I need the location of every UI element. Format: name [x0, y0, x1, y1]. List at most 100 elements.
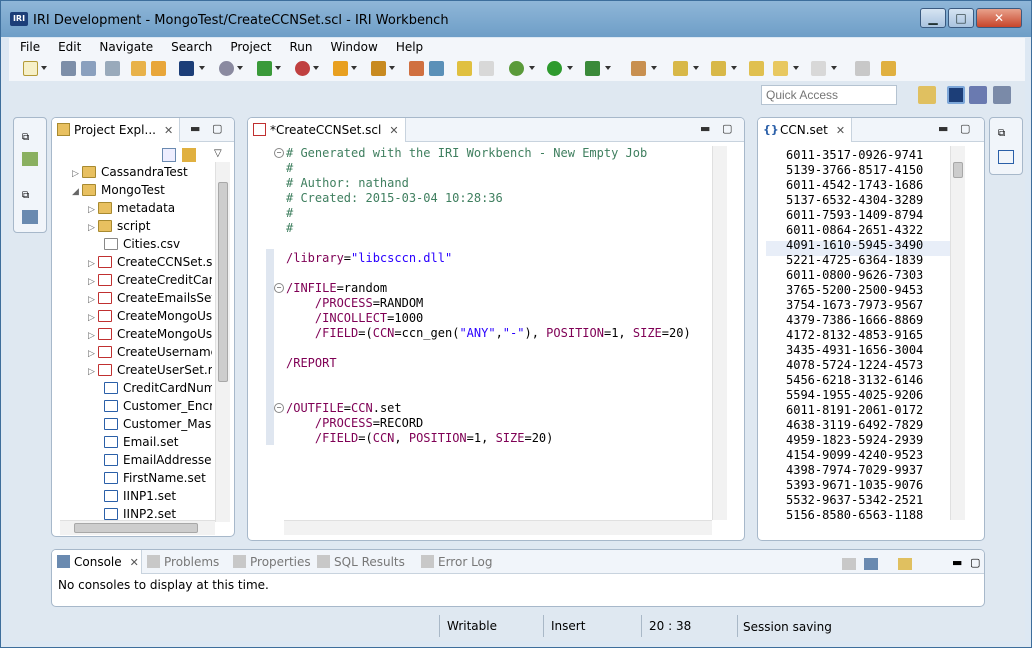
restore-icon-3[interactable]: ⧉ [998, 128, 1005, 139]
tree-item[interactable]: ◢ MongoTest [72, 182, 165, 200]
maximize-view-icon[interactable]: ▢ [212, 122, 222, 135]
menu-edit[interactable]: Edit [47, 38, 88, 54]
navigator-icon[interactable] [22, 152, 38, 166]
run-icon[interactable] [547, 61, 562, 76]
expand-arrow-icon[interactable]: ▷ [88, 256, 98, 273]
run-external-dropdown-icon[interactable] [605, 66, 611, 70]
tree-horizontal-scrollbar[interactable] [60, 520, 215, 535]
minimize-view-icon[interactable]: ▬ [938, 122, 948, 135]
maximize-console-icon[interactable]: ▢ [970, 556, 980, 569]
editor-horizontal-scrollbar[interactable] [284, 520, 712, 535]
menu-navigate[interactable]: Navigate [88, 38, 160, 54]
open-folder-icon[interactable] [131, 61, 146, 76]
tree-item[interactable]: Cities.csv [94, 236, 180, 254]
tab-problems[interactable]: Problems [142, 550, 228, 574]
debug-icon[interactable] [509, 61, 524, 76]
minimize-console-icon[interactable]: ▬ [952, 556, 962, 569]
tree-item[interactable]: ▷ CreateUserSet.rcl [88, 362, 212, 380]
debug-dropdown-icon[interactable] [529, 66, 535, 70]
shield-icon[interactable] [333, 61, 348, 76]
maximize-editor-icon[interactable]: ▢ [722, 122, 732, 135]
wizard-dropdown-icon[interactable] [237, 66, 243, 70]
close-tab-icon[interactable]: ✕ [389, 124, 398, 137]
minimize-view-icon[interactable]: ▬ [190, 122, 200, 135]
last-edit-icon[interactable] [749, 61, 764, 76]
java-perspective-icon[interactable] [969, 86, 987, 104]
next-annotation-icon[interactable] [673, 61, 688, 76]
link-editor-icon[interactable] [182, 148, 196, 162]
fold-toggle-icon[interactable]: − [274, 283, 284, 293]
tree-item[interactable]: FirstName.set [94, 470, 206, 488]
close-tab-icon[interactable]: ✕ [836, 124, 845, 137]
restore-icon-2[interactable]: ⧉ [22, 190, 29, 201]
tab-properties[interactable]: Properties [228, 550, 312, 574]
expand-arrow-icon[interactable]: ▷ [88, 346, 98, 363]
tree-item[interactable]: IINP1.set [94, 488, 176, 506]
tab-sql-results[interactable]: SQL Results [312, 550, 416, 574]
tree-item[interactable]: ▷ metadata [88, 200, 175, 218]
code-editor[interactable]: # Generated with the IRI Workbench - New… [266, 146, 726, 518]
undo-icon[interactable] [457, 61, 472, 76]
shield-dropdown-icon[interactable] [351, 66, 357, 70]
prev-annotation-icon[interactable] [711, 61, 726, 76]
menu-run[interactable]: Run [278, 38, 319, 54]
connect-icon[interactable] [295, 61, 310, 76]
collapse-all-icon[interactable] [162, 148, 176, 162]
fold-toggle-icon[interactable]: − [274, 403, 284, 413]
connect-dropdown-icon[interactable] [313, 66, 319, 70]
back-dropdown-icon[interactable] [793, 66, 799, 70]
close-tab-icon[interactable]: ✕ [130, 556, 139, 569]
expand-arrow-icon[interactable]: ▷ [72, 166, 82, 183]
menu-file[interactable]: File [9, 38, 47, 54]
new-dropdown-icon[interactable] [41, 66, 47, 70]
pen-icon[interactable] [631, 61, 646, 76]
expand-arrow-icon[interactable]: ▷ [88, 292, 98, 309]
tab-error-log[interactable]: Error Log [416, 550, 506, 574]
editor-vertical-scrollbar[interactable] [712, 146, 727, 520]
close-tab-icon[interactable]: ✕ [164, 124, 173, 137]
scroll-thumb[interactable] [218, 182, 228, 382]
restore-icon[interactable]: ⧉ [22, 132, 29, 143]
tree-item[interactable]: ▷ script [88, 218, 150, 236]
prev-annotation-dropdown-icon[interactable] [731, 66, 737, 70]
data-dropdown-icon[interactable] [275, 66, 281, 70]
iri-perspective-icon[interactable] [947, 86, 965, 104]
tab-createccnset[interactable]: *CreateCCNSet.scl ✕ [248, 118, 406, 142]
expand-arrow-icon[interactable]: ▷ [88, 328, 98, 345]
data-icon[interactable] [257, 61, 272, 76]
expand-arrow-icon[interactable]: ▷ [88, 220, 98, 237]
iri-dropdown-icon[interactable] [199, 66, 205, 70]
ccn-list[interactable]: 6011-3517-0926-9741 5139-3766-8517-4150 60… [786, 148, 923, 523]
tree-item[interactable]: ▷ CreateCCNSet.scl [88, 254, 212, 272]
maximize-view-icon[interactable]: ▢ [960, 122, 970, 135]
menu-window[interactable]: Window [319, 38, 384, 54]
expand-arrow-icon[interactable]: ▷ [88, 274, 98, 291]
hscroll-thumb[interactable] [74, 523, 198, 533]
run-dropdown-icon[interactable] [567, 66, 573, 70]
menu-help[interactable]: Help [385, 38, 430, 54]
tree-item[interactable]: ▷ CreateEmailsSet.s [88, 290, 212, 308]
pin-console-icon[interactable] [842, 558, 856, 570]
tool-icon[interactable] [371, 61, 386, 76]
close-button[interactable]: ✕ [976, 8, 1022, 28]
run-external-icon[interactable] [585, 61, 600, 76]
view-menu-icon[interactable]: ▽ [214, 148, 222, 159]
expand-arrow-icon[interactable]: ▷ [88, 202, 98, 219]
debug-perspective-icon[interactable] [993, 86, 1011, 104]
tree-item[interactable]: ▷ CreateCreditCard [88, 272, 212, 290]
tree-item[interactable]: ▷ CreateUsernames [88, 344, 212, 362]
display-console-icon[interactable] [864, 558, 878, 570]
tree-item[interactable]: CreditCardNum.s [94, 380, 212, 398]
tree-item[interactable]: Customer_Maske [94, 416, 212, 434]
menu-project[interactable]: Project [219, 38, 278, 54]
save-all-icon[interactable] [81, 61, 96, 76]
image-icon[interactable] [429, 61, 444, 76]
save-icon[interactable] [61, 61, 76, 76]
import-icon[interactable] [151, 61, 166, 76]
tab-ccn-set[interactable]: {} CCN.set ✕ [758, 118, 853, 142]
minimize-button[interactable]: ▁ [920, 8, 946, 28]
maximize-button[interactable]: □ [948, 8, 974, 28]
minimize-editor-icon[interactable]: ▬ [700, 122, 710, 135]
outline-view-icon[interactable] [998, 150, 1014, 164]
brush-icon[interactable] [881, 61, 896, 76]
